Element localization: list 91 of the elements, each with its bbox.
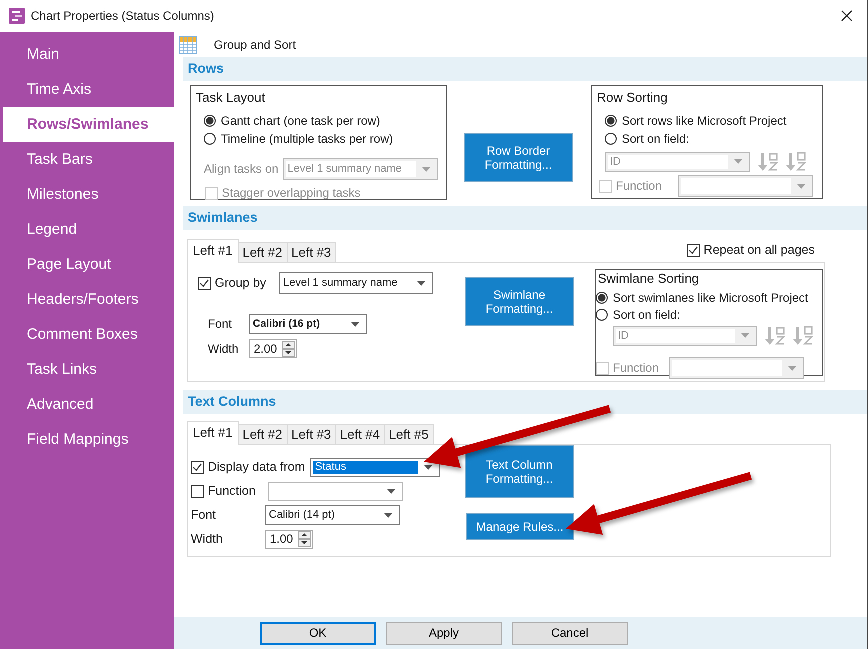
check-icon [192, 462, 203, 472]
tab[interactable]: Left #1 [187, 239, 239, 263]
check-icon [199, 278, 210, 288]
dropdown[interactable]: Level 1 summary name [279, 272, 434, 294]
checkbox[interactable] [191, 484, 204, 498]
checkbox[interactable] [198, 276, 211, 290]
sort-ascending-icon [764, 325, 785, 346]
checkbox[interactable] [686, 244, 700, 256]
sidebar-item[interactable]: Comment Boxes [0, 317, 174, 352]
group-title: Row Sorting [596, 89, 669, 107]
spinner-icon [282, 340, 295, 356]
formatting-button[interactable]: Manage Rules... [466, 513, 574, 540]
radio-button[interactable] [596, 292, 608, 304]
field-label: Width [191, 532, 224, 546]
caret-icon [351, 322, 360, 326]
caret-icon [386, 488, 396, 494]
spinner-icon [298, 531, 311, 547]
caret-icon [797, 184, 806, 188]
radio-button[interactable] [605, 133, 617, 145]
field-label: Font [191, 508, 218, 522]
sidebar-item[interactable]: Milestones [0, 177, 174, 212]
tab[interactable]: Left #3 [286, 424, 336, 444]
number-field[interactable]: 2.00 [249, 339, 297, 358]
sidebar-item[interactable]: Task Bars [0, 142, 174, 177]
group-title: Swimlane Sorting [597, 270, 700, 288]
checkbox-label: Function [208, 484, 256, 498]
tab[interactable]: Left #3 [286, 242, 336, 262]
grid-icon [179, 36, 197, 54]
checkbox-label: Function [616, 179, 662, 193]
field-label: Align tasks on [204, 162, 279, 176]
dialog-button[interactable]: Cancel [512, 622, 628, 644]
sidebar-item[interactable]: Page Layout [0, 247, 174, 282]
tab[interactable]: Left #2 [238, 242, 288, 262]
radio-button[interactable] [605, 115, 617, 127]
number-field[interactable]: 1.00 [265, 530, 313, 548]
tab[interactable]: Left #1 [187, 421, 239, 445]
window-title: Chart Properties (Status Columns) [31, 9, 214, 23]
sort-descending-icon [792, 325, 813, 346]
radio-label: Sort on field: [613, 308, 680, 322]
dialog-button[interactable]: Apply [386, 622, 502, 644]
sort-descending-icon [785, 151, 806, 172]
section-header: Swimlanes [183, 206, 867, 230]
field-label: Width [208, 342, 240, 356]
radio-label: Sort rows like Microsoft Project [622, 114, 787, 128]
sidebar-item[interactable]: Headers/Footers [0, 282, 174, 317]
caret-icon [384, 512, 393, 518]
checkbox-label: Function [613, 361, 660, 375]
sidebar-item[interactable]: Time Axis [0, 72, 174, 107]
radio-label: Sort swimlanes like Microsoft Project [613, 290, 808, 304]
close-icon [841, 10, 853, 22]
sidebar-item[interactable]: Field Mappings [0, 422, 174, 457]
checkbox-label: Stagger overlapping tasks [222, 186, 361, 200]
formatting-button[interactable]: Text Column Formatting... [465, 445, 574, 498]
caret-icon [788, 366, 798, 370]
app-icon [9, 8, 25, 24]
radio-button[interactable] [204, 115, 216, 127]
dialog-button[interactable]: OK [260, 622, 376, 644]
caret-icon [741, 333, 750, 338]
page-title: Group and Sort [214, 38, 296, 52]
caret-icon [422, 166, 431, 172]
checkbox-label: Repeat on all pages [704, 243, 815, 257]
dropdown[interactable]: Status [310, 458, 440, 476]
section-header: Text Columns [183, 390, 867, 414]
checkbox[interactable] [191, 460, 204, 474]
radio-label: Timeline (multiple tasks per row) [221, 132, 394, 146]
sort-ascending-icon [757, 151, 778, 172]
checkbox-label: Group by [215, 276, 266, 290]
formatting-button[interactable]: Row Border Formatting... [464, 133, 573, 182]
sidebar-item[interactable]: Advanced [0, 387, 174, 422]
caret-icon [424, 464, 434, 470]
formatting-button[interactable]: Swimlane Formatting... [465, 277, 574, 326]
sidebar-item[interactable]: Main [0, 37, 174, 72]
field-label: Font [208, 317, 234, 331]
tab[interactable]: Left #4 [335, 424, 386, 444]
radio-button[interactable] [596, 308, 608, 320]
caret-icon [734, 159, 743, 164]
radio-label: Sort on field: [622, 132, 690, 146]
dropdown[interactable]: Calibri (14 pt) [265, 505, 400, 525]
caret-icon [417, 280, 426, 286]
tab[interactable]: Left #5 [384, 424, 434, 444]
sidebar-item[interactable]: Task Links [0, 352, 174, 387]
sidebar-item[interactable]: Rows/Swimlanes [3, 107, 174, 142]
group-title: Task Layout [195, 89, 266, 107]
checkbox-label: Display data from [208, 460, 306, 474]
check-icon [688, 244, 699, 256]
section-header: Rows [183, 57, 867, 81]
radio-label: Gantt chart (one task per row) [221, 114, 380, 128]
sidebar-item[interactable]: Legend [0, 212, 174, 247]
tab[interactable]: Left #2 [238, 424, 288, 444]
dropdown[interactable]: Calibri (16 pt) [249, 314, 367, 334]
radio-button[interactable] [204, 133, 216, 145]
